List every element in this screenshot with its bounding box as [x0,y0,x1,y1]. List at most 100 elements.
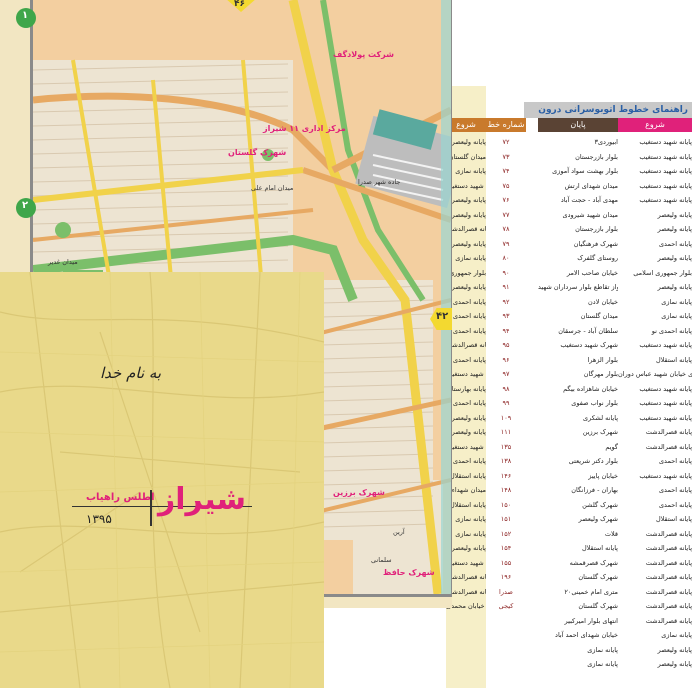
cover-city: شیراز [158,482,246,517]
route-start-left: پایانه شهید دستغیب [446,442,486,451]
cover-publisher: اطلس راهیاب [86,492,155,503]
route-start: پایانه احمدی [658,239,692,248]
route-start-left: پایانه ولیعصر [451,428,486,436]
route-start: پایانه شهید دستغیب [639,341,692,349]
route-end: سلطان آباد - جرسقان [558,326,618,335]
route-end: انتهای بلوار امیرکبیر [564,616,618,625]
route-line [486,615,526,627]
route-end: پایانه لشکری [583,413,618,422]
route-start-left: پایانه شهید دستغیب [446,370,486,378]
label-barzin: شهرک برزین [333,488,385,497]
route-start-left: پایانه احمدی [452,399,486,407]
route-line: ۹۸ [502,384,510,393]
route-start: پایانه احمدی [658,486,692,494]
route-start: پایانه قصرالدشت [645,428,692,436]
route-line: ۷۸ [502,225,510,233]
route-line: ۹۴ [502,326,510,335]
route-line: ۱۱۱ [500,428,512,436]
route-line: ۹۳ [502,312,510,320]
page-marker-right-text: ۴۲ [436,311,449,322]
route-line: ۱۵۲ [500,529,512,538]
route-start: پایانه احمدی [658,500,692,509]
route-start-left: پایانه ولیعصر [451,239,486,248]
route-start-left: پایانه نمازی [455,515,486,523]
route-line: ۱۳۵ [500,442,512,451]
route-start-left: آخر خیابان محمدی [446,602,486,610]
route-start: پایانه شهید دستغیب [639,138,692,146]
route-start: پایانه شهید دستغیب [639,181,692,190]
label-polad: شرکت پولادگف [333,50,395,59]
header-start: شروع [618,118,692,132]
label-ghadir: میدان غدیر [48,258,78,266]
route-start-left: پایانه ولیعصر [451,138,486,146]
route-start: پایانه شهید دستغیب [639,399,692,407]
route-end: شهرک برزین [582,428,618,436]
route-start-left: پایانه ولیعصر [451,210,486,219]
route-end: بلوار دکتر شریعتی [568,457,618,465]
route-start-left: پایانه نمازی [455,167,486,175]
cover-year: ۱۳۹۵ [86,512,112,526]
route-end: مهدی آباد - حجت آباد [560,196,618,204]
header-start-left: شروع [446,118,486,132]
route-end: میدان گلستان [580,312,618,320]
route-line: ۱۴۸ [500,486,512,494]
route-start-left: پایانه شهید دستغیب [446,558,486,567]
route-line: ۱۴۶ [500,471,512,480]
route-line: ۷۷ [502,210,510,219]
route-start-left: پایانه استقلال [449,500,486,509]
route-start: پایانه استقلال [655,515,692,523]
route-end: بلوار بازرجستان [575,152,618,161]
label-hafez: شهرک حافظ [383,568,435,577]
route-end: ابیوردی۳ [594,138,618,146]
route-end: پایانه نمازی [587,660,618,668]
route-start-left [446,615,486,627]
table-title: راهنمای خطوط اتوبوسرانی درون شهری [524,102,692,131]
route-line: ۱۵۱ [500,515,512,523]
header-line: شماره خط [486,118,526,132]
route-end: شهرک قصرقمشه [569,558,618,567]
route-end: خیابان شاهزاده بیگم [563,384,618,393]
route-end: بلوار بازرجستان [575,225,618,233]
route-start-left: پایانه احمدی [452,355,486,364]
cover-bismillah: به نام خدا [100,364,162,382]
route-start-left: پایانه نمازی [455,254,486,262]
route-end: خیابان صاحب الامر [566,268,618,277]
route-start: پایانه ولیعصر [657,225,692,233]
route-line: ۹۱ [502,283,510,291]
route-start-left: پایانه ولیعصر [451,283,486,291]
route-end: بهاران - فرزانگان [571,486,618,494]
label-golestan: شهرک گلستان [228,148,287,157]
route-start: پایانه شهید دستغیب [639,471,692,480]
route-start-left: بلوار جمهوری [449,268,486,277]
route-start: پایانه قصرالدشت [645,442,692,451]
route-start-left [446,629,486,641]
route-start: پایانه نمازی [661,312,692,320]
route-start: پایانه ولیعصر [657,210,692,219]
route-start-left: پایانه احمدی [452,312,486,320]
label-center11: مرکز اداری ۱۱ شیراز [263,124,346,133]
route-start-left: پایانه بهارستان [446,384,486,393]
route-line: ۱۵۴ [500,544,512,552]
route-line: ۱۵۵ [500,558,512,567]
route-line: ۷۲ [502,138,510,146]
route-line: ۱۰۹ [500,413,512,422]
route-line: ۹۷ [502,370,510,378]
route-line [486,658,526,670]
route-start-left: پایانه ولیعصر [451,196,486,204]
route-start-left: پایانه استقلال [449,471,486,480]
route-end: قلات [604,529,618,538]
route-end: میدان شهید شیرودی [562,210,619,219]
route-end: شهرک گلشن [582,500,618,509]
label-imam-ali: میدان امام علی [251,184,294,192]
route-start: پایانه قصرالدشت [645,587,692,596]
route-line: ۱۵۰ [500,500,512,509]
route-end: میدان شهدای ارتش [564,181,618,190]
grid-marker-1-text: ۱ [22,10,29,21]
route-line: ۹۹ [502,399,510,407]
route-end: پایانه استقلال [581,544,618,552]
route-line: ۷۳ [502,152,510,161]
route-end: بلوار بهشت سواد آموزی [552,167,618,175]
route-line: ۷۶ [502,196,510,204]
route-end: گویم [605,442,618,451]
route-start-left: پایانه قصرالدشت [446,225,486,233]
